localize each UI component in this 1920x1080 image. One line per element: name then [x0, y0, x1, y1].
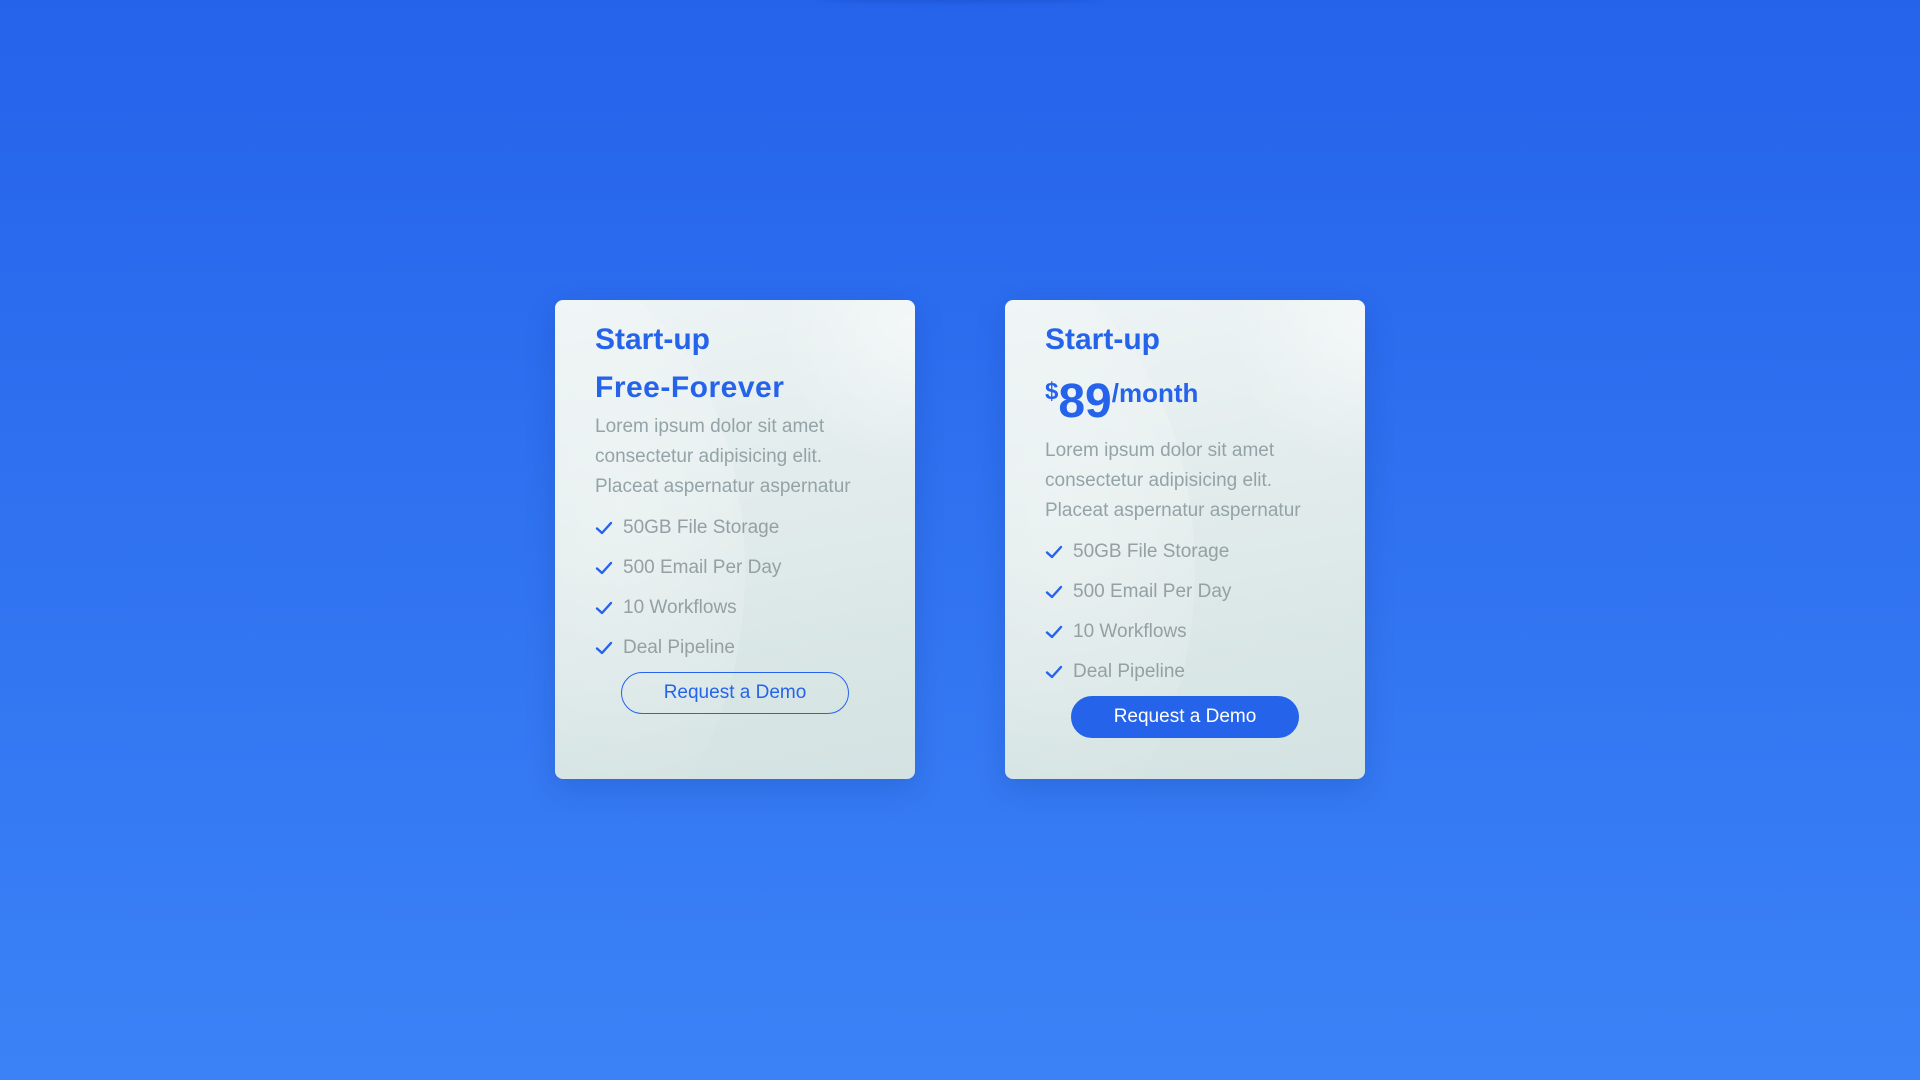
check-icon	[595, 641, 613, 655]
feature-item: 500 Email Per Day	[595, 548, 875, 588]
price-amount: 89	[1058, 375, 1112, 428]
feature-label: 500 Email Per Day	[1073, 581, 1232, 602]
feature-label: 10 Workflows	[623, 597, 737, 618]
feature-item: 50GB File Storage	[1045, 532, 1325, 572]
feature-label: 10 Workflows	[1073, 621, 1187, 642]
feature-item: 10 Workflows	[1045, 612, 1325, 652]
feature-item: 10 Workflows	[595, 588, 875, 628]
feature-label: 50GB File Storage	[1073, 541, 1230, 562]
feature-item: 50GB File Storage	[595, 508, 875, 548]
check-icon	[1045, 665, 1063, 679]
check-icon	[1045, 625, 1063, 639]
feature-label: 500 Email Per Day	[623, 557, 782, 578]
check-icon	[1045, 545, 1063, 559]
pricing-card-paid: Start-up $ 89 /month Lorem ipsum dolor s…	[1005, 300, 1365, 779]
card-content: Start-up Free-Forever Lorem ipsum dolor …	[595, 320, 875, 714]
feature-list: 50GB File Storage 500 Email Per Day 10 W…	[595, 508, 875, 668]
feature-item: 500 Email Per Day	[1045, 572, 1325, 612]
feature-label: Deal Pipeline	[1073, 661, 1185, 682]
request-demo-button[interactable]: Request a Demo	[1071, 696, 1299, 738]
check-icon	[595, 601, 613, 615]
plan-title: Start-up	[1045, 323, 1160, 356]
feature-list: 50GB File Storage 500 Email Per Day 10 W…	[1045, 532, 1325, 692]
request-demo-button[interactable]: Request a Demo	[621, 672, 849, 714]
check-icon	[595, 561, 613, 575]
feature-item: Deal Pipeline	[1045, 652, 1325, 692]
plan-price: $ 89 /month	[1045, 374, 1325, 426]
plan-price: Free-Forever	[595, 371, 785, 404]
feature-label: Deal Pipeline	[623, 637, 735, 658]
card-content: Start-up $ 89 /month Lorem ipsum dolor s…	[1045, 320, 1325, 738]
plan-description: Lorem ipsum dolor sit amet consectetur a…	[595, 416, 851, 497]
plan-title: Start-up	[595, 323, 710, 356]
check-icon	[595, 521, 613, 535]
plan-description: Lorem ipsum dolor sit amet consectetur a…	[1045, 440, 1301, 521]
pricing-card-free: Start-up Free-Forever Lorem ipsum dolor …	[555, 300, 915, 779]
price-currency: $	[1045, 378, 1059, 405]
feature-label: 50GB File Storage	[623, 517, 780, 538]
check-icon	[1045, 585, 1063, 599]
price-period: /month	[1111, 378, 1199, 408]
pricing-cards: Start-up Free-Forever Lorem ipsum dolor …	[0, 300, 1920, 779]
feature-item: Deal Pipeline	[595, 628, 875, 668]
top-glow	[820, 0, 1100, 2]
